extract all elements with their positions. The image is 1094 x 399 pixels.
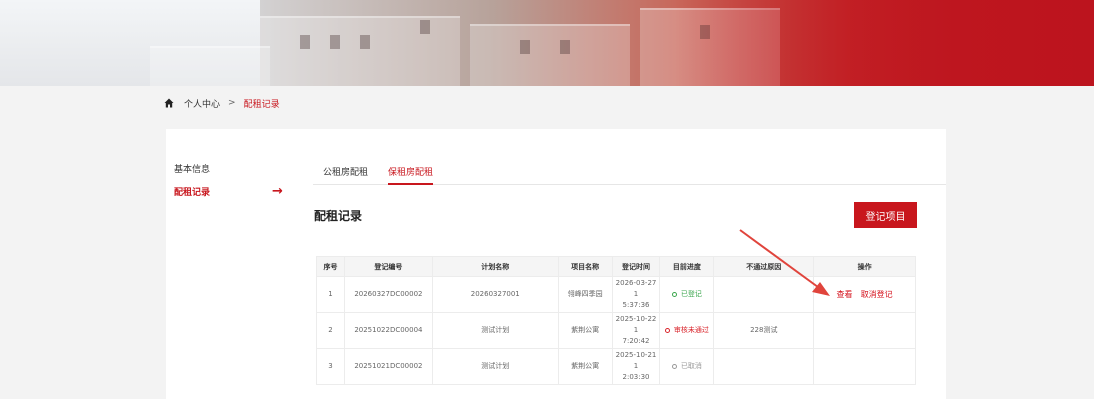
breadcrumb: 个人中心 > 配租记录 (164, 96, 280, 110)
cell-project: 紫荆公寓 (557, 348, 613, 385)
cell-status: 已取消 (659, 348, 715, 385)
view-link[interactable]: 查看 (836, 290, 852, 299)
cell-index: 2 (316, 312, 345, 349)
column-header: 不通过原因 (713, 256, 815, 277)
tab-public-rental[interactable]: 公租房配租 (323, 165, 368, 185)
cell-actions (813, 348, 916, 385)
section-title: 配租记录 (314, 209, 363, 223)
time-line: 2025-10-22 1 (615, 315, 657, 334)
cell-reg-no: 20260327DC00002 (343, 276, 433, 313)
table-header-row: 序号 登记编号 计划名称 项目名称 登记时间 目前进度 不通过原因 操作 (316, 256, 916, 277)
breadcrumb-home[interactable]: 个人中心 (184, 97, 220, 110)
cell-plan: 测试计划 (431, 312, 559, 349)
cell-status: 已登记 (659, 276, 715, 313)
breadcrumb-current: 配租记录 (243, 99, 280, 110)
cell-reason (713, 348, 815, 385)
time-line: 5:37:36 (622, 301, 650, 309)
header-banner (0, 0, 1094, 86)
table-row: 3 20251021DC00002 测试计划 紫荆公寓 2025-10-21 1… (316, 348, 916, 385)
status-badge: 已登记 (671, 289, 702, 300)
status-text: 已取消 (680, 361, 702, 370)
cell-plan: 20260327001 (431, 276, 559, 313)
status-badge: 审核未通过 (664, 325, 709, 336)
status-badge: 已取消 (671, 361, 702, 372)
home-icon[interactable] (164, 98, 174, 108)
cell-index: 3 (316, 348, 345, 385)
cell-time: 2025-10-22 1 7:20:42 (611, 312, 661, 349)
column-header: 登记编号 (343, 256, 433, 277)
cell-reason: 228测试 (713, 312, 815, 349)
status-text: 审核未通过 (673, 325, 709, 334)
register-project-button[interactable]: 登记项目 (854, 202, 917, 228)
banner-red-overlay (674, 0, 1094, 86)
time-line: 2026-03-27 1 (615, 279, 657, 298)
banner-window (560, 40, 570, 54)
banner-window (300, 35, 310, 49)
time-line: 7:20:42 (622, 337, 650, 345)
cell-plan: 测试计划 (431, 348, 559, 385)
column-header: 登记时间 (611, 256, 661, 277)
cell-project: 紫荆公寓 (557, 312, 613, 349)
cell-index: 1 (316, 276, 345, 313)
cell-project: 翎峰四季园 (557, 276, 613, 313)
status-dot-icon (671, 363, 677, 369)
banner-building (150, 46, 270, 86)
content-card: 基本信息 配租记录 → 公租房配租 保租房配租 配租记录 登记项目 序号 登记编… (166, 129, 946, 399)
banner-window (330, 35, 340, 49)
column-header: 目前进度 (659, 256, 715, 277)
cell-time: 2025-10-21 1 2:03:30 (611, 348, 661, 385)
status-dot-icon (664, 327, 670, 333)
cell-actions (813, 312, 916, 349)
sidebar-item-rental-records[interactable]: 配租记录 (174, 185, 210, 198)
column-header: 项目名称 (557, 256, 613, 277)
status-dot-icon (671, 291, 677, 297)
cell-actions: 查看 取消登记 (813, 276, 916, 313)
table-row: 1 20260327DC00002 20260327001 翎峰四季园 2026… (316, 276, 916, 313)
cell-reg-no: 20251021DC00002 (343, 348, 433, 385)
table-row: 2 20251022DC00004 测试计划 紫荆公寓 2025-10-22 1… (316, 312, 916, 349)
banner-building (260, 16, 460, 86)
banner-building (470, 24, 630, 86)
sidebar-item-basic-info[interactable]: 基本信息 (174, 162, 210, 175)
time-line: 2025-10-21 1 (615, 351, 657, 370)
cell-time: 2026-03-27 1 5:37:36 (611, 276, 661, 313)
arrow-right-icon: → (272, 184, 283, 199)
column-header: 操作 (813, 256, 916, 277)
status-text: 已登记 (680, 289, 702, 298)
column-header: 计划名称 (431, 256, 559, 277)
cell-reg-no: 20251022DC00004 (343, 312, 433, 349)
banner-window (520, 40, 530, 54)
banner-window (360, 35, 370, 49)
cell-status: 审核未通过 (659, 312, 715, 349)
banner-window (420, 20, 430, 34)
breadcrumb-separator: > (228, 98, 236, 108)
cell-reason (713, 276, 815, 313)
column-header: 序号 (316, 256, 345, 277)
time-line: 2:03:30 (622, 373, 650, 381)
cancel-registration-link[interactable]: 取消登记 (861, 290, 893, 299)
tab-bar: 公租房配租 保租房配租 (313, 157, 946, 185)
tab-affordable-rental[interactable]: 保租房配租 (388, 165, 434, 185)
records-table: 序号 登记编号 计划名称 项目名称 登记时间 目前进度 不通过原因 操作 1 2… (316, 256, 916, 385)
